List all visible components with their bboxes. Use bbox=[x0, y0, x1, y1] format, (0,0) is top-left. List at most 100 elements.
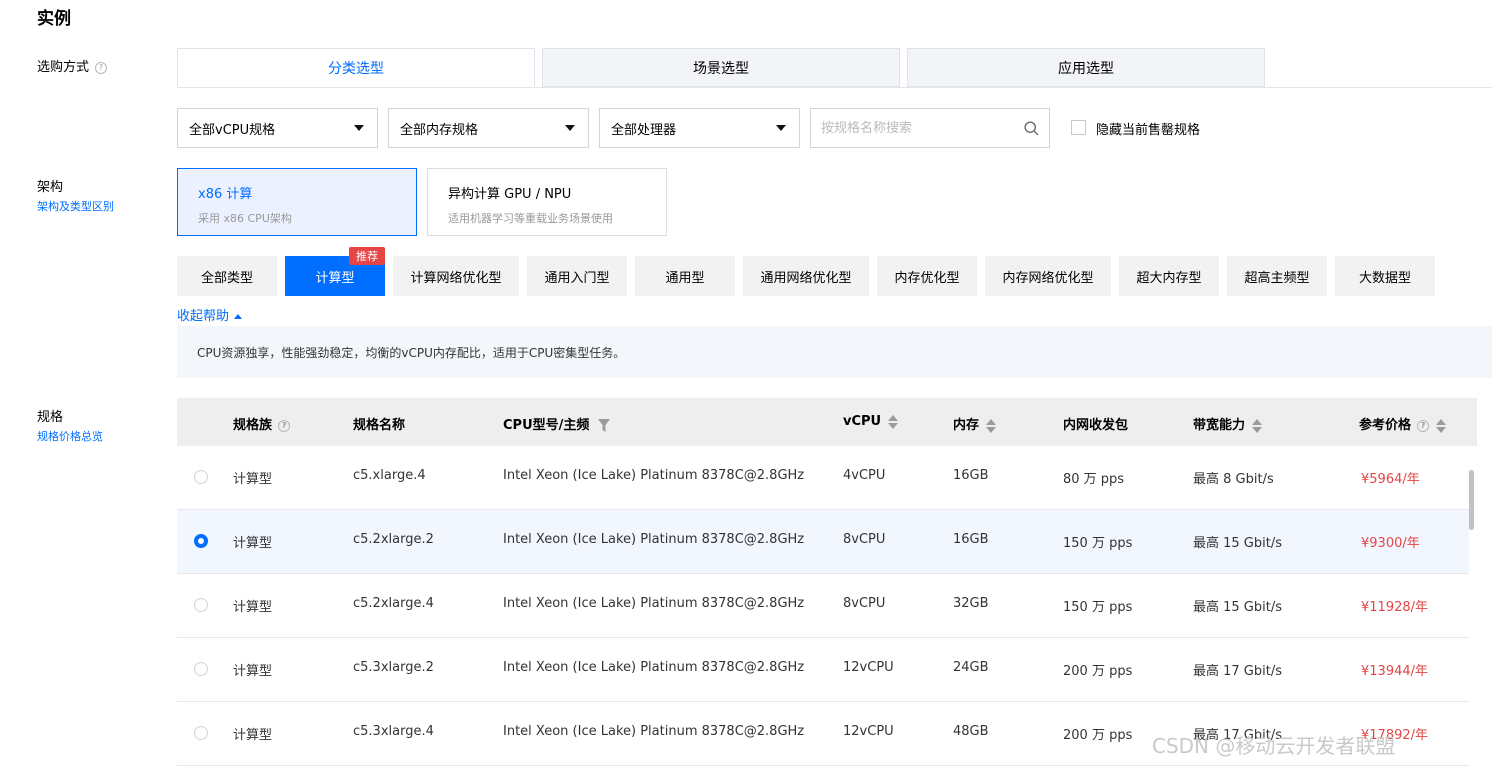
architecture-label: 架构 bbox=[37, 180, 64, 195]
type-big-data[interactable]: 大数据型 bbox=[1335, 256, 1435, 296]
cell-memory: 24GB bbox=[953, 660, 989, 675]
memory-select[interactable]: 全部内存规格 bbox=[388, 108, 589, 148]
row-radio[interactable] bbox=[194, 534, 208, 548]
spec-table: 规格族? 规格名称 CPU型号/主频 vCPU 内存 内网收发包 带宽能力 参考… bbox=[177, 398, 1477, 774]
cell-pps: 200 万 pps bbox=[1063, 728, 1133, 743]
table-row[interactable]: 计算型 c5.2xlarge.2 Intel Xeon (Ice Lake) P… bbox=[177, 510, 1469, 574]
question-circle-icon[interactable]: ? bbox=[278, 419, 291, 432]
col-vcpu-label: vCPU bbox=[843, 414, 882, 429]
tab-divider bbox=[177, 87, 1492, 88]
col-name: 规格名称 bbox=[353, 418, 406, 433]
type-all[interactable]: 全部类型 bbox=[177, 256, 277, 296]
filter-icon[interactable] bbox=[597, 419, 610, 432]
hide-sold-out-checkbox[interactable] bbox=[1071, 120, 1086, 135]
arch-card-title: 异构计算 GPU / NPU bbox=[448, 187, 572, 202]
col-price[interactable]: 参考价格? bbox=[1359, 414, 1447, 433]
spec-search-input[interactable] bbox=[821, 119, 1016, 137]
type-general-entry[interactable]: 通用入门型 bbox=[527, 256, 627, 296]
tab-scenario[interactable]: 场景选型 bbox=[542, 48, 900, 87]
memory-select-value: 全部内存规格 bbox=[400, 122, 479, 138]
table-row[interactable]: 计算型 c5.2xlarge.4 Intel Xeon (Ice Lake) P… bbox=[177, 574, 1469, 638]
type-high-freq[interactable]: 超高主频型 bbox=[1227, 256, 1327, 296]
cell-cpu: Intel Xeon (Ice Lake) Platinum 8378C@2.8… bbox=[503, 532, 805, 547]
question-circle-icon[interactable]: ? bbox=[95, 61, 108, 74]
type-general-network[interactable]: 通用网络优化型 bbox=[743, 256, 869, 296]
purchase-mode-text: 选购方式 bbox=[37, 60, 90, 75]
cell-pps: 150 万 pps bbox=[1063, 536, 1133, 551]
col-bandwidth-label: 带宽能力 bbox=[1193, 418, 1246, 433]
type-help-text: CPU资源独享，性能强劲稳定，均衡的vCPU内存配比，适用于CPU密集型任务。 bbox=[197, 345, 626, 360]
cell-cpu: Intel Xeon (Ice Lake) Platinum 8378C@2.8… bbox=[503, 468, 805, 483]
tab-application[interactable]: 应用选型 bbox=[907, 48, 1265, 87]
cell-memory: 48GB bbox=[953, 724, 989, 739]
sort-icon[interactable] bbox=[887, 414, 899, 429]
col-bandwidth[interactable]: 带宽能力 bbox=[1193, 414, 1263, 433]
collapse-help-link[interactable]: 收起帮助 bbox=[177, 305, 243, 324]
cell-vcpu: 4vCPU bbox=[843, 468, 886, 483]
table-scrollbar[interactable] bbox=[1469, 470, 1474, 530]
cell-pps: 200 万 pps bbox=[1063, 664, 1133, 679]
table-header: 规格族? 规格名称 CPU型号/主频 vCPU 内存 内网收发包 带宽能力 参考… bbox=[177, 398, 1477, 446]
row-radio[interactable] bbox=[194, 470, 208, 484]
cell-price: ¥9300/年 bbox=[1361, 536, 1420, 551]
row-radio[interactable] bbox=[194, 726, 208, 740]
vcpu-select[interactable]: 全部vCPU规格 bbox=[177, 108, 378, 148]
processor-select-value: 全部处理器 bbox=[611, 122, 677, 138]
cell-vcpu: 8vCPU bbox=[843, 532, 886, 547]
type-compute-network[interactable]: 计算网络优化型 bbox=[393, 256, 519, 296]
col-family-label: 规格族 bbox=[233, 418, 273, 433]
search-icon[interactable] bbox=[1023, 120, 1040, 137]
cell-name: c5.3xlarge.2 bbox=[353, 660, 434, 675]
cell-bandwidth: 最高 15 Gbit/s bbox=[1193, 600, 1282, 615]
sort-icon[interactable] bbox=[1435, 418, 1447, 433]
type-huge-memory[interactable]: 超大内存型 bbox=[1119, 256, 1219, 296]
col-memory[interactable]: 内存 bbox=[953, 414, 997, 433]
cell-pps: 80 万 pps bbox=[1063, 472, 1125, 487]
sort-icon[interactable] bbox=[985, 418, 997, 433]
col-vcpu[interactable]: vCPU bbox=[843, 414, 899, 429]
table-row[interactable]: 计算型 c5.xlarge.4 Intel Xeon (Ice Lake) Pl… bbox=[177, 446, 1469, 510]
page-title: 实例 bbox=[37, 9, 71, 29]
caret-down-icon bbox=[354, 125, 364, 131]
caret-down-icon bbox=[565, 125, 575, 131]
type-memory[interactable]: 内存优化型 bbox=[877, 256, 977, 296]
type-memory-network[interactable]: 内存网络优化型 bbox=[985, 256, 1111, 296]
cell-family: 计算型 bbox=[233, 600, 273, 615]
table-row[interactable]: 计算型 c5.3xlarge.2 Intel Xeon (Ice Lake) P… bbox=[177, 638, 1469, 702]
cell-bandwidth: 最高 8 Gbit/s bbox=[1193, 472, 1274, 487]
arch-card-gpu[interactable]: 异构计算 GPU / NPU 适用机器学习等重载业务场景使用 bbox=[427, 168, 667, 236]
caret-up-icon bbox=[234, 314, 243, 319]
sort-icon[interactable] bbox=[1251, 418, 1263, 433]
cell-name: c5.2xlarge.4 bbox=[353, 596, 434, 611]
cell-bandwidth: 最高 15 Gbit/s bbox=[1193, 536, 1282, 551]
col-pps: 内网收发包 bbox=[1063, 418, 1129, 433]
col-memory-label: 内存 bbox=[953, 418, 980, 433]
cell-memory: 32GB bbox=[953, 596, 989, 611]
cell-family: 计算型 bbox=[233, 536, 273, 551]
arch-card-title: x86 计算 bbox=[198, 187, 253, 202]
spec-price-overview-link[interactable]: 规格价格总览 bbox=[37, 428, 103, 444]
cell-bandwidth: 最高 17 Gbit/s bbox=[1193, 664, 1282, 679]
arch-card-x86[interactable]: x86 计算 采用 x86 CPU架构 bbox=[177, 168, 417, 236]
processor-select[interactable]: 全部处理器 bbox=[599, 108, 800, 148]
cell-cpu: Intel Xeon (Ice Lake) Platinum 8378C@2.8… bbox=[503, 596, 805, 611]
architecture-diff-link[interactable]: 架构及类型区别 bbox=[37, 198, 114, 214]
cell-vcpu: 8vCPU bbox=[843, 596, 886, 611]
cell-pps: 150 万 pps bbox=[1063, 600, 1133, 615]
cell-price: ¥5964/年 bbox=[1361, 472, 1420, 487]
type-help-box: CPU资源独享，性能强劲稳定，均衡的vCPU内存配比，适用于CPU密集型任务。 bbox=[177, 326, 1492, 378]
row-radio[interactable] bbox=[194, 662, 208, 676]
hide-sold-out-label[interactable]: 隐藏当前售罄规格 bbox=[1096, 119, 1200, 138]
question-circle-icon[interactable]: ? bbox=[1417, 419, 1430, 432]
tab-category[interactable]: 分类选型 bbox=[177, 48, 535, 87]
cell-cpu: Intel Xeon (Ice Lake) Platinum 8378C@2.8… bbox=[503, 724, 805, 739]
collapse-help-text: 收起帮助 bbox=[177, 309, 230, 324]
type-general[interactable]: 通用型 bbox=[635, 256, 735, 296]
row-radio[interactable] bbox=[194, 598, 208, 612]
cell-cpu: Intel Xeon (Ice Lake) Platinum 8378C@2.8… bbox=[503, 660, 805, 675]
cell-name: c5.3xlarge.4 bbox=[353, 724, 434, 739]
cell-vcpu: 12vCPU bbox=[843, 724, 894, 739]
cell-family: 计算型 bbox=[233, 472, 273, 487]
cell-price: ¥13944/年 bbox=[1361, 664, 1429, 679]
spec-search-box[interactable] bbox=[810, 108, 1050, 148]
